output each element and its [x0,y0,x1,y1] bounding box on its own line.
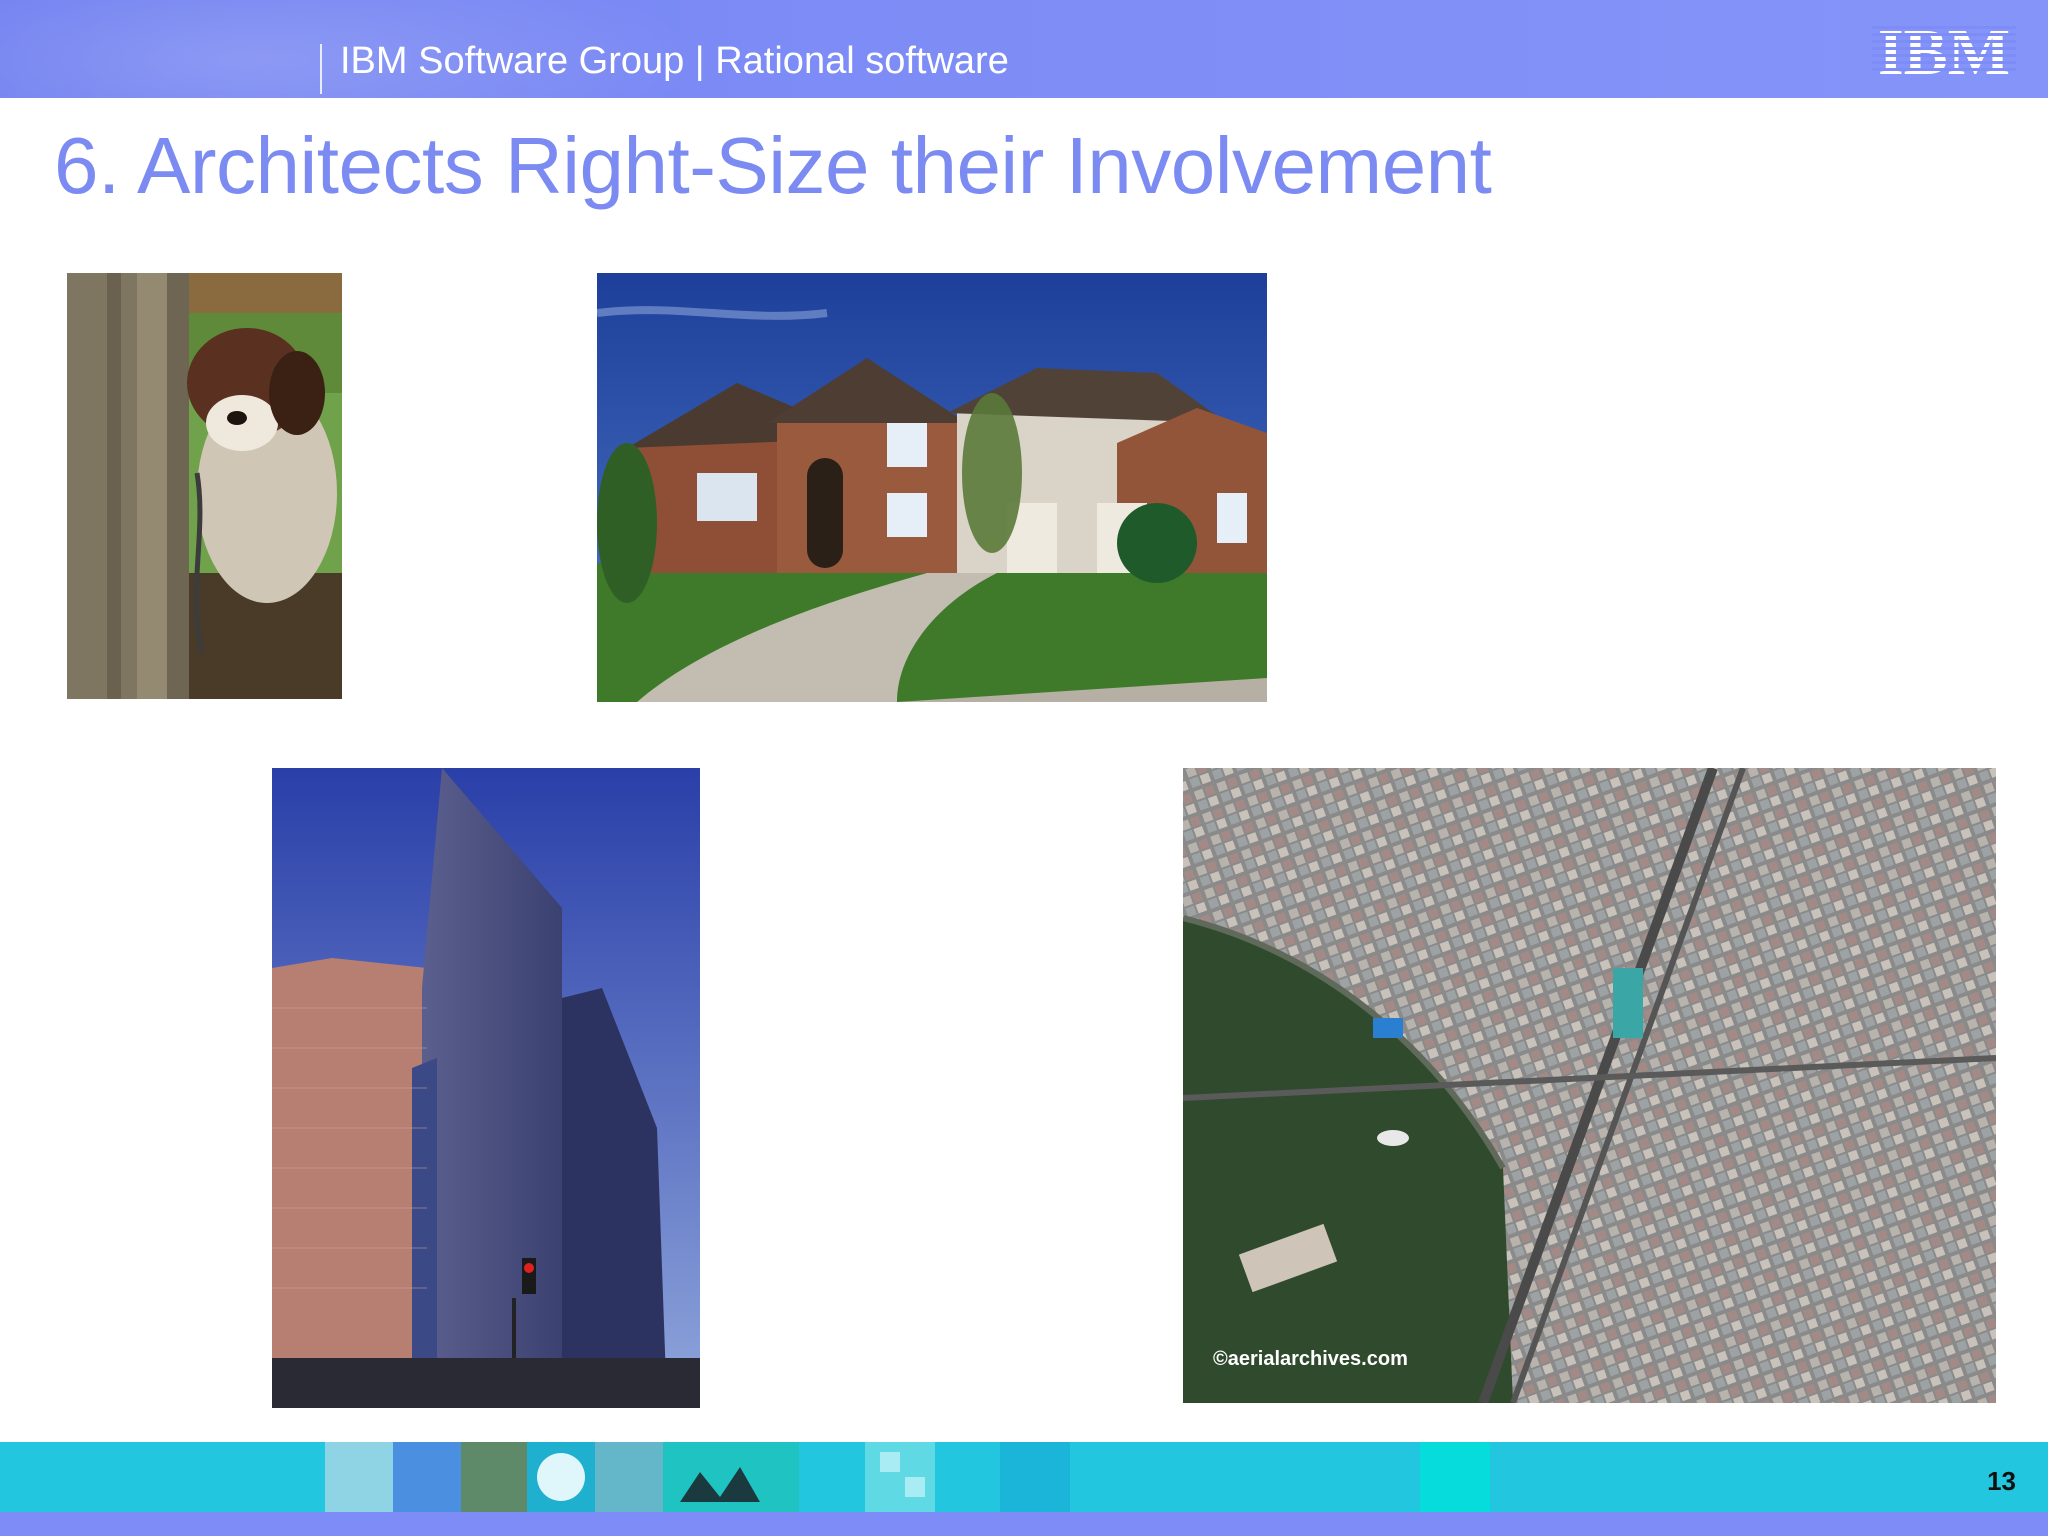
photo-caption: ©aerialarchives.com [1213,1348,1408,1370]
footer-band [0,1512,2048,1536]
footer-strip: 13 [0,1442,2048,1512]
header-bar: IBM Software Group | Rational software I… [0,0,2048,98]
skyscraper-photo [272,768,700,1408]
header-title: IBM Software Group | Rational software [340,40,1009,82]
page-number: 13 [1987,1466,2016,1496]
slide-title: 6. Architects Right-Size their Involveme… [54,121,1492,210]
house-photo [597,273,1267,702]
dog-photo [67,273,342,699]
header-separator [320,44,322,94]
aerial-city-photo: ©aerialarchives.com [1183,768,1996,1403]
ibm-logo: IBM [1872,20,2016,80]
footer-decorative-icons [325,1442,1490,1512]
